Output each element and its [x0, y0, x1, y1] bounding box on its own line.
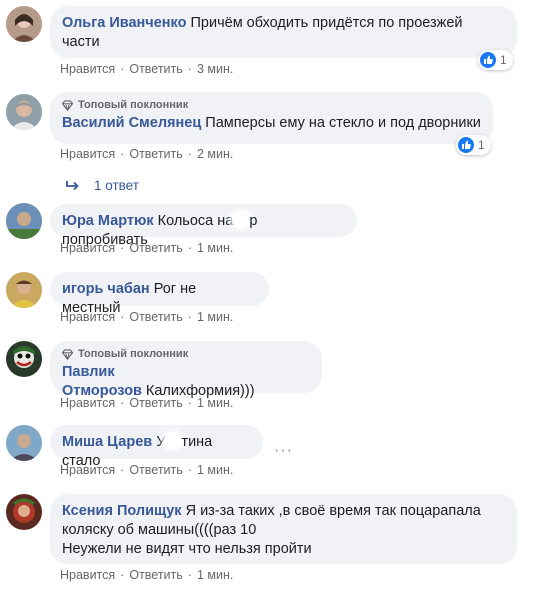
comment-actions: Нравится · Ответить · 2 мин.	[60, 147, 233, 161]
like-button[interactable]: Нравится	[60, 147, 115, 161]
replies-count: 1 ответ	[94, 178, 139, 193]
like-button[interactable]: Нравится	[60, 310, 115, 324]
diamond-icon	[62, 348, 73, 360]
separator: ·	[120, 241, 125, 255]
avatar[interactable]	[6, 6, 42, 42]
like-button[interactable]: Нравится	[60, 463, 115, 477]
redacted-blur	[233, 212, 250, 227]
avatar[interactable]	[6, 203, 42, 239]
view-replies-link[interactable]: 1 ответ	[66, 178, 139, 193]
separator: ·	[120, 62, 125, 76]
reply-button[interactable]: Ответить	[129, 62, 182, 76]
comment-text: Причём обходить придётся по проезжей	[190, 15, 463, 31]
timestamp[interactable]: 1 мин.	[197, 241, 233, 255]
thumbs-up-icon	[458, 137, 474, 153]
comment-text: У	[156, 434, 166, 450]
comment-actions: Нравится · Ответить · 1 мин.	[60, 310, 233, 324]
separator: ·	[187, 241, 192, 255]
more-options-icon[interactable]: ···	[274, 442, 293, 460]
timestamp[interactable]: 1 мин.	[197, 396, 233, 410]
timestamp[interactable]: 1 мин.	[197, 568, 233, 582]
avatar[interactable]	[6, 494, 42, 530]
reply-button[interactable]: Ответить	[129, 310, 182, 324]
timestamp[interactable]: 2 мин.	[197, 147, 233, 161]
comment-actions: Нравится · Ответить · 1 мин.	[60, 568, 233, 582]
avatar[interactable]	[6, 94, 42, 130]
badge-label: Топовый поклонник	[78, 99, 189, 111]
comment-author[interactable]: Ксения Полищук	[62, 503, 182, 519]
comment-text: Неужели не видят что нельзя пройти	[62, 541, 312, 557]
comment-author[interactable]: Юра Мартюк	[62, 213, 154, 229]
separator: ·	[120, 396, 125, 410]
top-fan-badge: Топовый поклонник	[62, 347, 310, 361]
reply-button[interactable]: Ответить	[129, 147, 182, 161]
comment-text: части	[62, 34, 100, 50]
comment-author[interactable]: игорь чабан	[62, 281, 150, 297]
comment-bubble: игорь чабан Рог не местный	[50, 272, 269, 316]
comment-text: коляску об машины((((раз 10	[62, 522, 257, 538]
redacted-blur	[165, 433, 182, 448]
avatar[interactable]	[6, 425, 42, 461]
timestamp[interactable]: 1 мин.	[197, 310, 233, 324]
separator: ·	[187, 463, 192, 477]
reaction-count[interactable]: 1	[478, 50, 513, 70]
timestamp[interactable]: 3 мин.	[197, 62, 233, 76]
separator: ·	[187, 147, 192, 161]
comment-author[interactable]: Павлик Отморозов	[62, 364, 142, 399]
reply-arrow-icon	[66, 180, 79, 190]
avatar[interactable]	[6, 341, 42, 377]
comment-bubble: Топовый поклонник Павлик Отморозов Калихф…	[50, 341, 322, 399]
like-button[interactable]: Нравится	[60, 396, 115, 410]
badge-label: Топовый поклонник	[78, 348, 189, 360]
reply-button[interactable]: Ответить	[129, 241, 182, 255]
reply-button[interactable]: Ответить	[129, 396, 182, 410]
reaction-count[interactable]: 1	[456, 135, 491, 155]
comment-author[interactable]: Ольга Иванченко	[62, 15, 186, 31]
reply-button[interactable]: Ответить	[129, 463, 182, 477]
comment-actions: Нравится · Ответить · 1 мин.	[60, 463, 233, 477]
comment-bubble: Ксения Полищук Я из-за таких ,в своё врем…	[50, 494, 517, 564]
comment-bubble: Миша Царев Утина стало	[50, 425, 263, 469]
avatar[interactable]	[6, 272, 42, 308]
like-button[interactable]: Нравится	[60, 62, 115, 76]
comment-bubble: Ольга Иванченко Причём обходить придётся …	[50, 6, 517, 58]
reply-button[interactable]: Ответить	[129, 568, 182, 582]
comment-bubble: Юра Мартюк Кольоса на р попробивать	[50, 204, 357, 248]
comment-author[interactable]: Василий Смелянец	[62, 115, 201, 131]
comment-bubble: Топовый поклонник Василий Смелянец Пампер…	[50, 92, 493, 144]
reaction-number: 1	[500, 53, 507, 67]
reaction-number: 1	[478, 138, 485, 152]
comment-actions: Нравится · Ответить · 1 мин.	[60, 396, 233, 410]
separator: ·	[120, 310, 125, 324]
diamond-icon	[62, 99, 73, 111]
comment-text: Кольоса на	[157, 213, 234, 229]
separator: ·	[187, 396, 192, 410]
like-button[interactable]: Нравится	[60, 568, 115, 582]
separator: ·	[187, 310, 192, 324]
thumbs-up-icon	[480, 52, 496, 68]
separator: ·	[120, 463, 125, 477]
comment-actions: Нравится · Ответить · 1 мин.	[60, 241, 233, 255]
timestamp[interactable]: 1 мин.	[197, 463, 233, 477]
separator: ·	[120, 147, 125, 161]
comment-text: Я из-за таких ,в своё время так поцарапа…	[185, 503, 481, 519]
separator: ·	[187, 568, 192, 582]
top-fan-badge: Топовый поклонник	[62, 98, 481, 112]
comment-actions: Нравится · Ответить · 3 мин.	[60, 62, 233, 76]
comment-author[interactable]: Миша Царев	[62, 434, 152, 450]
separator: ·	[187, 62, 192, 76]
separator: ·	[120, 568, 125, 582]
comment-text: Памперсы ему на стекло и под дворники	[205, 115, 481, 131]
like-button[interactable]: Нравится	[60, 241, 115, 255]
